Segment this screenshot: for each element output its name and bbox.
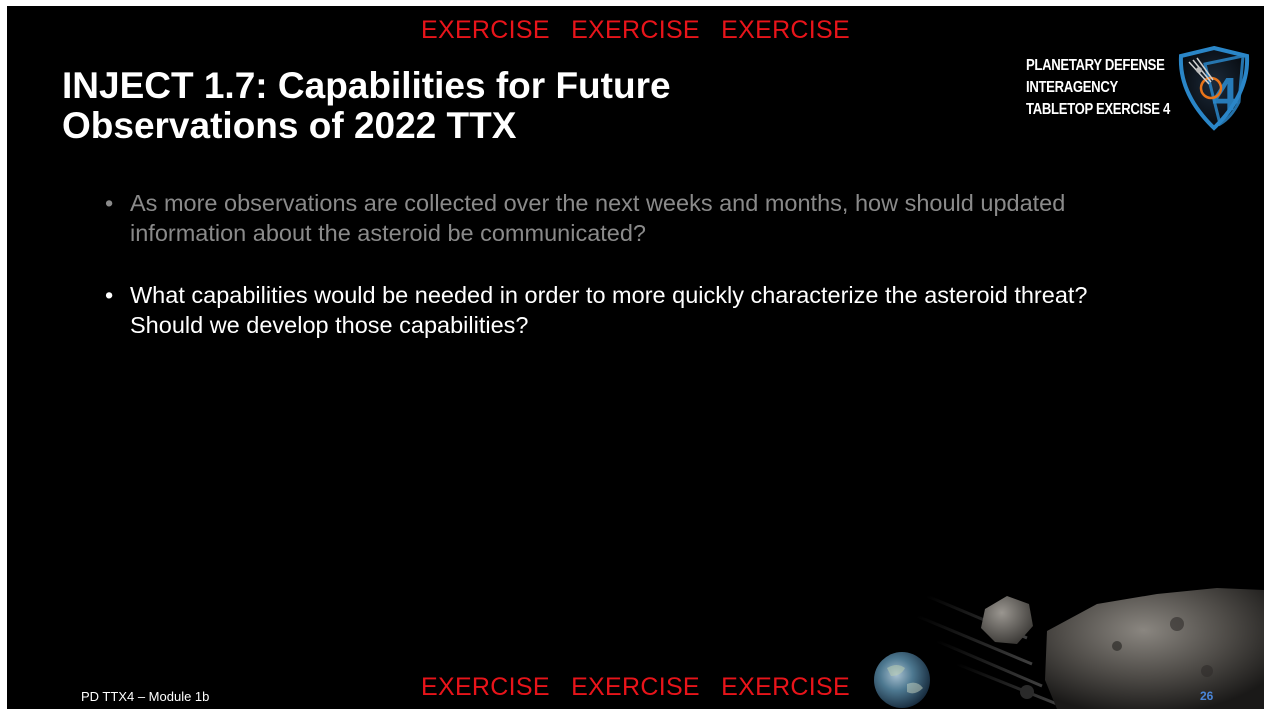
slide-title: INJECT 1.7: Capabilities for Future Obse…: [62, 66, 922, 146]
logo-line-1: PLANETARY DEFENSE: [1026, 57, 1165, 74]
bullet-item-2: • What capabilities would be needed in o…: [105, 280, 1155, 340]
slide-title-line-1: INJECT 1.7: Capabilities for Future: [62, 65, 671, 106]
logo-line-3: TABLETOP EXERCISE 4: [1026, 101, 1170, 118]
bullet-item-1: • As more observations are collected ove…: [105, 188, 1155, 248]
bullet-marker: •: [105, 190, 114, 216]
exercise-banner-top: EXERCISE EXERCISE EXERCISE: [421, 16, 850, 44]
page-number: 26: [1200, 689, 1214, 703]
footer-module-label: PD TTX4 – Module 1b: [81, 689, 210, 704]
bullet-text: As more observations are collected over …: [130, 190, 1066, 246]
logo-line-2: INTERAGENCY: [1026, 79, 1118, 96]
logo-text: PLANETARY DEFENSE INTERAGENCY TABLETOP E…: [1026, 55, 1170, 121]
slide-title-line-2: Observations of 2022 TTX: [62, 105, 517, 146]
bullet-text: What capabilities would be needed in ord…: [130, 282, 1088, 338]
svg-text:4: 4: [1212, 68, 1238, 120]
pdc-shield-logo-icon: 4: [1178, 45, 1250, 131]
bullet-marker: •: [105, 282, 114, 308]
slide: EXERCISE EXERCISE EXERCISE INJECT 1.7: C…: [7, 6, 1264, 709]
